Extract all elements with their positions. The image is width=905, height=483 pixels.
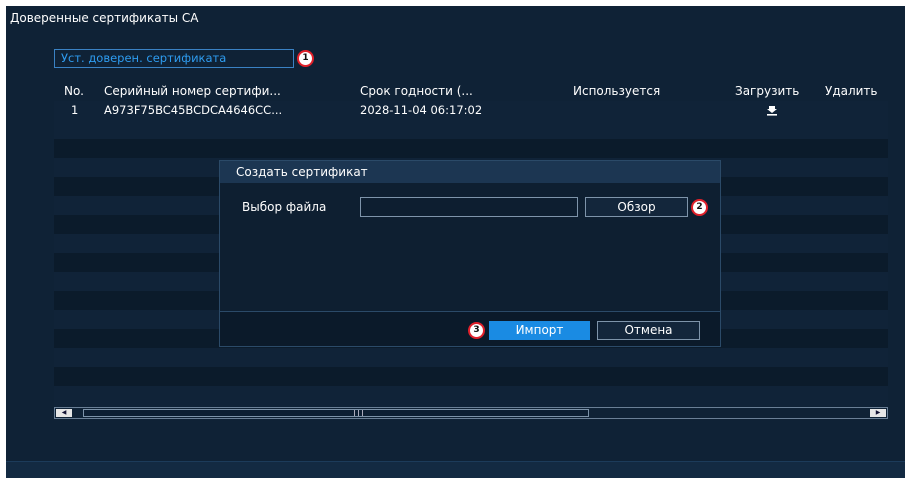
import-button[interactable]: Импорт	[489, 321, 590, 340]
dialog-footer: 3 Импорт Отмена	[220, 311, 720, 346]
step-badge-1: 1	[297, 50, 314, 67]
table-row-empty	[54, 367, 888, 386]
window-title: Доверенные сертификаты CA	[10, 11, 199, 25]
table-row-empty	[54, 120, 888, 139]
download-icon[interactable]	[766, 101, 786, 120]
row-serial: A973F75BC45BCDCA4646CC...	[104, 103, 283, 117]
table-row[interactable]: 1 A973F75BC45BCDCA4646CC... 2028-11-04 0…	[54, 101, 888, 120]
col-delete: Удалить	[825, 84, 878, 98]
cancel-button[interactable]: Отмена	[597, 321, 700, 340]
scrollbar-thumb[interactable]	[83, 409, 589, 417]
create-certificate-dialog: Создать сертификат Выбор файла Обзор 2 3…	[219, 160, 721, 347]
browse-button[interactable]: Обзор	[585, 197, 688, 217]
col-expiry: Срок годности (...	[360, 84, 473, 98]
table-header-row: No. Серийный номер сертифи... Срок годно…	[54, 82, 888, 101]
row-expiry: 2028-11-04 06:17:02	[360, 103, 483, 117]
col-serial: Серийный номер сертифи...	[104, 84, 281, 98]
col-no: No.	[64, 84, 84, 98]
step-badge-2: 2	[691, 199, 708, 216]
scroll-right-arrow-icon[interactable]: ▶	[870, 409, 886, 417]
ca-certificates-window: Доверенные сертификаты CA Уст. доверен. …	[6, 6, 905, 478]
scroll-left-arrow-icon[interactable]: ◀	[56, 409, 72, 417]
dialog-title: Создать сертификат	[220, 161, 720, 183]
col-used: Используется	[573, 84, 661, 98]
table-row-empty	[54, 139, 888, 158]
add-trusted-certificate-button[interactable]: Уст. доверен. сертификата	[54, 49, 294, 68]
row-no: 1	[71, 103, 79, 117]
window-footer	[6, 461, 905, 478]
step-badge-3: 3	[468, 322, 485, 339]
table-row-empty	[54, 348, 888, 367]
table-row-empty	[54, 386, 888, 405]
grip-icon	[354, 410, 363, 416]
horizontal-scrollbar[interactable]: ◀ ▶	[54, 407, 888, 419]
file-path-input[interactable]	[360, 197, 578, 217]
file-select-label: Выбор файла	[242, 200, 327, 214]
col-download: Загрузить	[735, 84, 800, 98]
